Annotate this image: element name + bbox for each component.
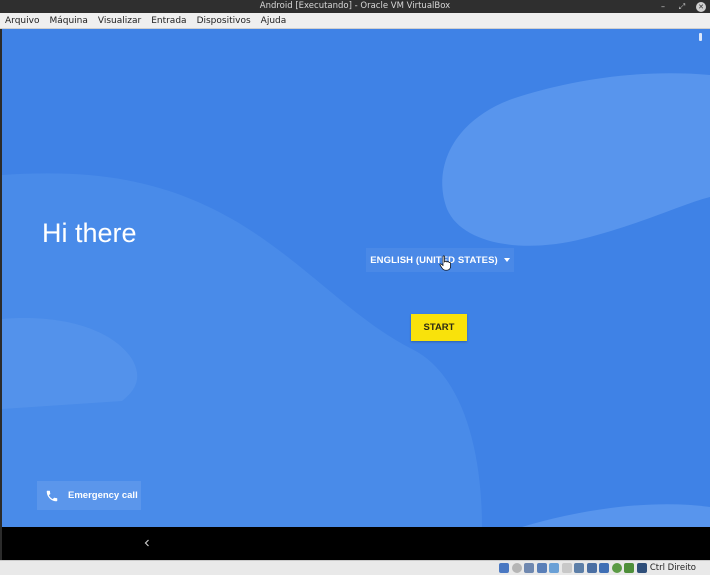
usb-icon[interactable] bbox=[549, 563, 560, 573]
vbox-statusbar: Ctrl Direito bbox=[0, 560, 710, 575]
menu-visualizar[interactable]: Visualizar bbox=[98, 13, 141, 29]
window-controls: – ⤢ ✕ bbox=[658, 0, 706, 13]
menu-maquina[interactable]: Máquina bbox=[49, 13, 87, 29]
maximize-button[interactable]: ⤢ bbox=[677, 0, 687, 13]
start-button[interactable]: START bbox=[411, 314, 467, 341]
mouse-integration-icon[interactable] bbox=[611, 563, 622, 573]
hard-disk-icon[interactable] bbox=[499, 563, 510, 573]
android-nav-bar bbox=[2, 527, 710, 560]
android-welcome-screen: Hi there ENGLISH (UNITED STATES) START E… bbox=[2, 29, 710, 527]
greeting-title: Hi there bbox=[42, 218, 137, 248]
minimize-button[interactable]: – bbox=[658, 0, 668, 13]
menu-ajuda[interactable]: Ajuda bbox=[261, 13, 287, 29]
background-waves bbox=[2, 29, 710, 527]
emergency-call-button[interactable]: Emergency call bbox=[37, 481, 141, 510]
menu-entrada[interactable]: Entrada bbox=[151, 13, 186, 29]
optical-drive-icon[interactable] bbox=[511, 563, 522, 573]
network-icon[interactable] bbox=[536, 563, 547, 573]
window-titlebar: Android [Executando] - Oracle VM Virtual… bbox=[0, 0, 710, 13]
dropdown-caret-icon bbox=[503, 258, 510, 262]
video-capture-icon[interactable] bbox=[586, 563, 597, 573]
shared-folders-icon[interactable] bbox=[561, 563, 572, 573]
menu-arquivo[interactable]: Arquivo bbox=[5, 13, 39, 29]
host-key-arrow-icon[interactable] bbox=[636, 563, 647, 573]
display-icon[interactable] bbox=[574, 563, 585, 573]
close-button[interactable]: ✕ bbox=[696, 1, 706, 12]
keyboard-icon[interactable] bbox=[624, 563, 635, 573]
language-dropdown-value: ENGLISH (UNITED STATES) bbox=[370, 254, 498, 266]
cpu-icon[interactable] bbox=[599, 563, 610, 573]
host-key-label: Ctrl Direito bbox=[649, 563, 696, 573]
back-chevron-icon[interactable] bbox=[142, 536, 152, 550]
menubar: Arquivo Máquina Visualizar Entrada Dispo… bbox=[0, 13, 710, 29]
phone-icon bbox=[46, 490, 58, 501]
menu-dispositivos[interactable]: Dispositivos bbox=[197, 13, 251, 29]
scroll-indicator bbox=[699, 33, 702, 41]
hand-pointer-cursor-icon bbox=[439, 255, 451, 271]
audio-icon[interactable] bbox=[524, 563, 535, 573]
emergency-call-label: Emergency call bbox=[68, 490, 138, 501]
window-title: Android [Executando] - Oracle VM Virtual… bbox=[259, 1, 451, 11]
